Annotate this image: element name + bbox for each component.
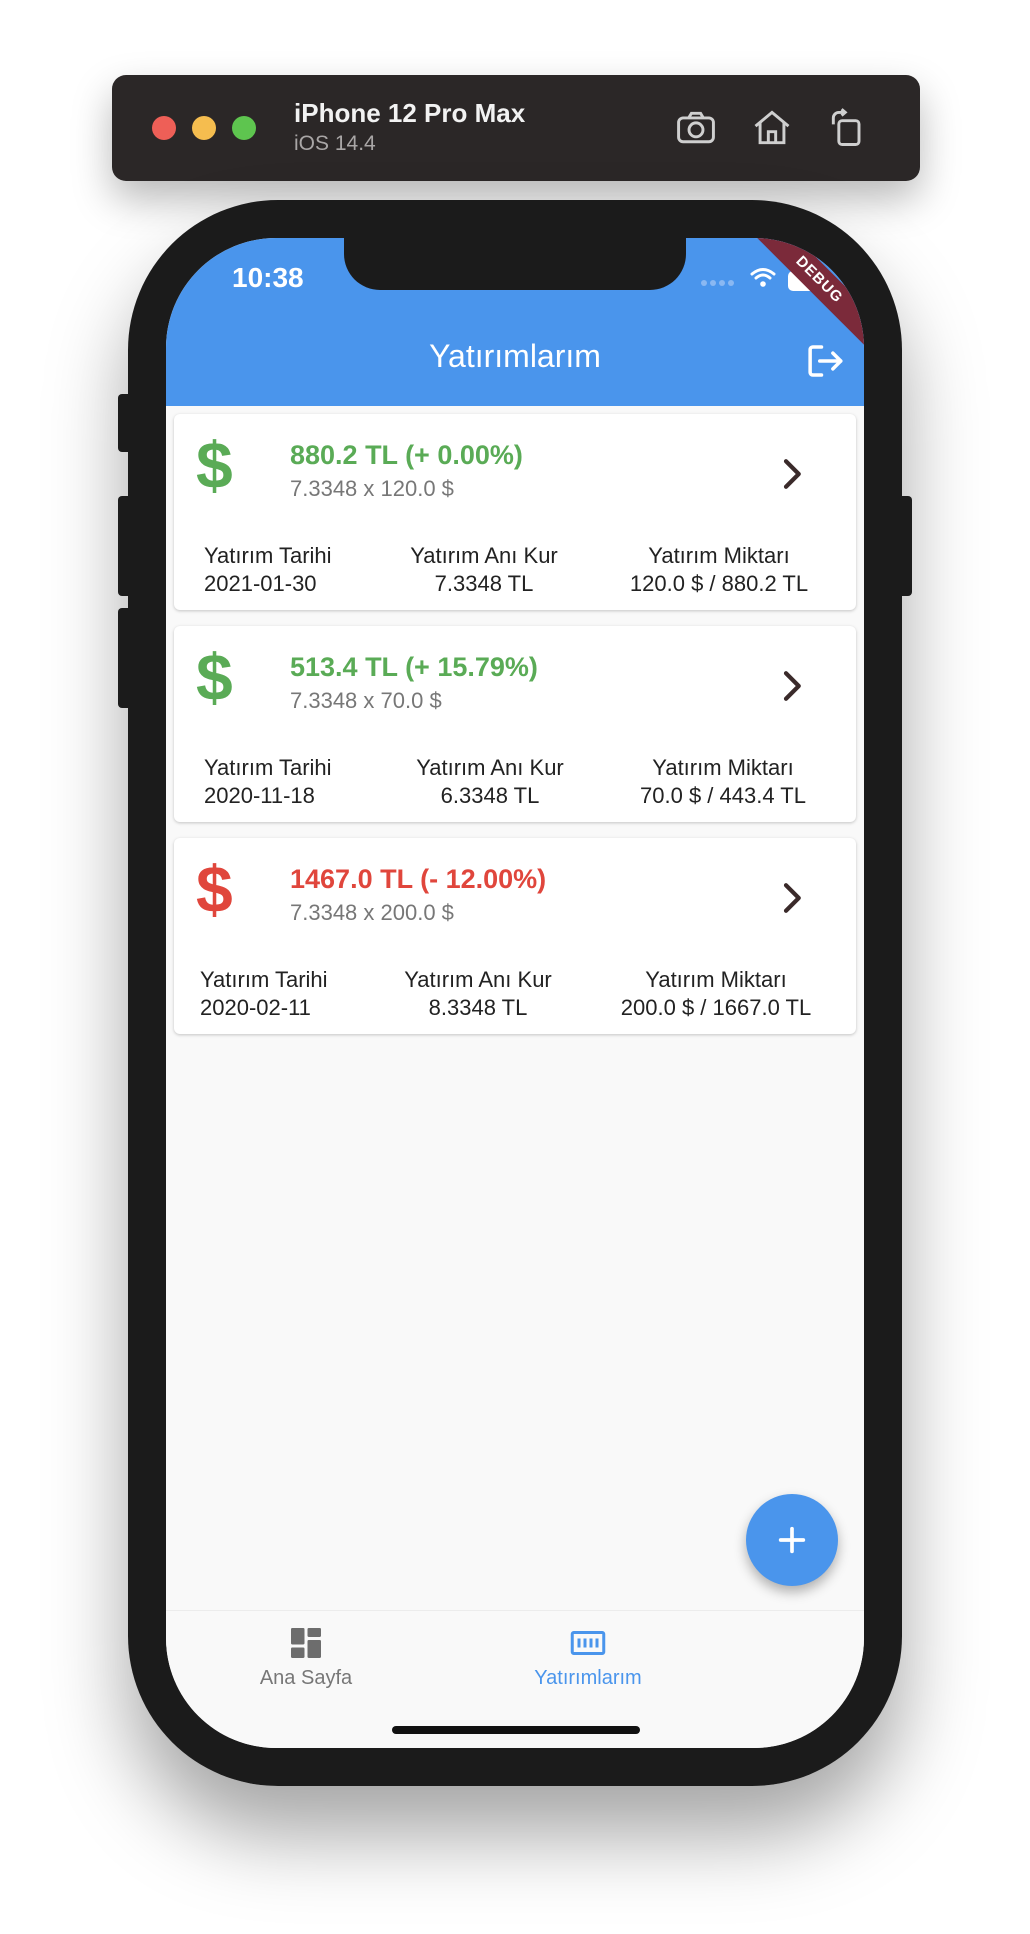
- nav-investments[interactable]: Yatırımlarım: [478, 1625, 698, 1690]
- chevron-right-icon[interactable]: [774, 668, 810, 704]
- debug-banner: DEBUG: [748, 238, 864, 351]
- investment-card[interactable]: $ 880.2 TL (+ 0.00%) 7.3348 x 120.0 $ Ya…: [174, 414, 856, 610]
- wifi-icon: [750, 268, 776, 280]
- investment-rate-label: Yatırım Anı Kur: [404, 967, 552, 992]
- nav-home[interactable]: Ana Sayfa: [196, 1625, 416, 1690]
- investment-amount: 120.0 $ / 880.2 TL: [629, 571, 809, 596]
- device-name: iPhone 12 Pro Max: [294, 98, 526, 128]
- screenshot-camera-icon[interactable]: [672, 104, 720, 152]
- investment-value: 880.2 TL (+ 0.00%): [290, 440, 523, 470]
- investment-amount-label: Yatırım Miktarı: [652, 755, 794, 780]
- investment-date: 2020-02-11: [200, 995, 311, 1020]
- investment-rate-label: Yatırım Anı Kur: [410, 543, 558, 568]
- investment-date-label: Yatırım Tarihi: [204, 543, 332, 568]
- phone-screen: 10:38 DEBUG Yatırımlarım $ 880.2 TL (+ 0…: [166, 238, 864, 1748]
- investment-rate-line: 7.3348 x 70.0 $: [290, 688, 442, 713]
- investment-amount-col: Yatırım Miktarı 200.0 $ / 1667.0 TL: [606, 966, 826, 1022]
- logout-icon[interactable]: [804, 340, 846, 382]
- investment-date-label: Yatırım Tarihi: [200, 967, 328, 992]
- add-investment-button[interactable]: [746, 1494, 838, 1586]
- app-bar: 10:38 DEBUG Yatırımlarım: [166, 238, 864, 406]
- investment-rate-col: Yatırım Anı Kur 8.3348 TL: [398, 966, 558, 1022]
- investment-amount-label: Yatırım Miktarı: [645, 967, 787, 992]
- os-version: iOS 14.4: [294, 132, 376, 155]
- investment-amount-label: Yatırım Miktarı: [648, 543, 790, 568]
- investment-date-col: Yatırım Tarihi 2020-11-18: [204, 754, 332, 810]
- investment-rate-line: 7.3348 x 120.0 $: [290, 476, 454, 501]
- dollar-icon: $: [196, 852, 233, 926]
- plus-icon: [778, 1526, 806, 1554]
- investment-date-label: Yatırım Tarihi: [204, 755, 332, 780]
- page-title: Yatırımlarım: [429, 338, 601, 374]
- investment-amount: 200.0 $ / 1667.0 TL: [620, 995, 812, 1020]
- investment-date: 2020-11-18: [204, 783, 315, 808]
- investment-date: 2021-01-30: [204, 571, 317, 596]
- status-time: 10:38: [232, 262, 304, 293]
- chevron-right-icon[interactable]: [774, 456, 810, 492]
- close-window-button[interactable]: [152, 116, 176, 140]
- dollar-icon: $: [196, 428, 233, 502]
- nav-home-label: Ana Sayfa: [259, 1667, 353, 1689]
- dashboard-icon: [291, 1628, 321, 1658]
- investment-value: 1467.0 TL (- 12.00%): [290, 864, 547, 894]
- rotate-device-icon[interactable]: [824, 104, 872, 152]
- investment-rate: 8.3348 TL: [428, 995, 528, 1020]
- investment-value: 513.4 TL (+ 15.79%): [290, 652, 538, 682]
- chevron-right-icon[interactable]: [774, 880, 810, 916]
- dollar-icon: $: [196, 640, 233, 714]
- nav-investments-label: Yatırımlarım: [534, 1667, 642, 1689]
- investment-date-col: Yatırım Tarihi 2021-01-30: [204, 542, 332, 598]
- investment-amount-col: Yatırım Miktarı 120.0 $ / 880.2 TL: [614, 542, 824, 598]
- minimize-window-button[interactable]: [192, 116, 216, 140]
- investment-rate: 6.3348 TL: [440, 783, 540, 808]
- investment-card[interactable]: $ 513.4 TL (+ 15.79%) 7.3348 x 70.0 $ Ya…: [174, 626, 856, 822]
- investment-rate: 7.3348 TL: [434, 571, 534, 596]
- zoom-window-button[interactable]: [232, 116, 256, 140]
- home-button-icon[interactable]: [748, 104, 796, 152]
- investment-list: $ 880.2 TL (+ 0.00%) 7.3348 x 120.0 $ Ya…: [174, 414, 856, 1050]
- investment-amount: 70.0 $ / 443.4 TL: [640, 783, 806, 808]
- investment-card[interactable]: $ 1467.0 TL (- 12.00%) 7.3348 x 200.0 $ …: [174, 838, 856, 1034]
- investment-rate-line: 7.3348 x 200.0 $: [290, 900, 454, 925]
- notch: [344, 238, 686, 290]
- investment-date-col: Yatırım Tarihi 2020-02-11: [200, 966, 328, 1022]
- home-indicator[interactable]: [392, 1726, 640, 1734]
- investment-rate-col: Yatırım Anı Kur 7.3348 TL: [404, 542, 564, 598]
- money-icon: [570, 1631, 606, 1655]
- investment-amount-col: Yatırım Miktarı 70.0 $ / 443.4 TL: [618, 754, 828, 810]
- investment-rate-label: Yatırım Anı Kur: [416, 755, 564, 780]
- investment-rate-col: Yatırım Anı Kur 6.3348 TL: [410, 754, 570, 810]
